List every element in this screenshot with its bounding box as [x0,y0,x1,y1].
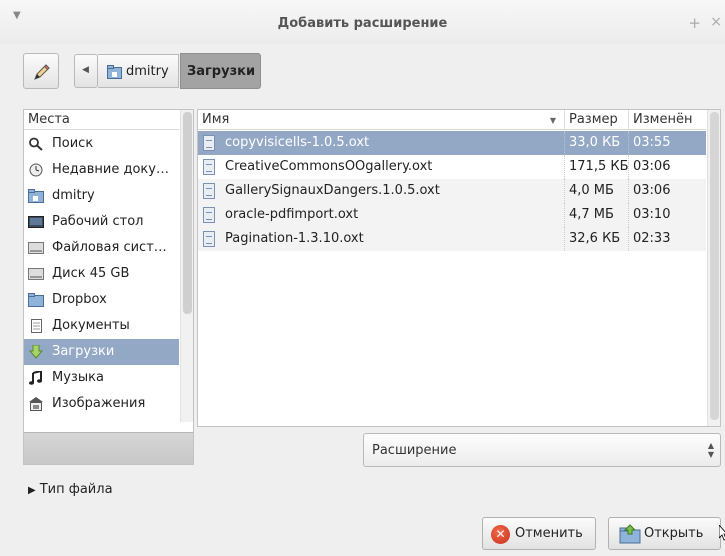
title-bar: ▼ Добавить расширение + × [0,0,725,44]
maximize-button[interactable]: + [688,14,701,32]
sort-desc-icon: ▼ [549,116,556,125]
crumb-label: dmitry [126,64,169,79]
folder-icon [28,293,44,307]
scrollbar-thumb[interactable] [710,112,719,420]
place-disk[interactable]: Диск 45 GB [24,261,179,287]
edit-location-button[interactable] [23,53,59,89]
place-label: Изображения [52,396,146,411]
open-label: Открыть [644,526,704,541]
file-row[interactable]: oracle-pdfimport.oxt 4,7 МБ 03:10 [198,203,706,227]
file-list-scrollbar[interactable] [707,110,720,426]
file-size: 33,0 КБ [564,131,628,155]
file-list-header: Имя ▼ Размер Изменён [198,110,706,130]
search-icon [29,137,43,151]
file-size: 4,7 МБ [564,203,628,227]
place-label: Рабочий стол [52,214,144,229]
crumb-downloads[interactable]: Загрузки [180,53,261,89]
place-label: Dropbox [52,292,107,307]
downloads-icon [28,345,44,359]
file-row[interactable]: GallerySignauxDangers.1.0.5.oxt 4,0 МБ 0… [198,179,706,203]
places-footer [24,432,193,464]
music-icon [29,371,42,385]
column-name[interactable]: Имя ▼ [198,110,564,130]
pictures-icon [29,397,43,411]
crumb-label: Загрузки [187,64,256,79]
desktop-icon [28,216,44,228]
file-icon [203,207,215,223]
cancel-icon: ✕ [491,525,510,544]
file-name: GallerySignauxDangers.1.0.5.oxt [225,183,440,198]
close-button[interactable]: × [710,14,722,30]
crumb-dmitry[interactable]: dmitry [98,54,179,88]
cancel-button[interactable]: ✕ Отменить [482,517,596,550]
places-scrollbar[interactable] [180,110,193,422]
home-folder-icon [107,65,122,79]
file-filter-value: Расширение [372,443,457,458]
place-dropbox[interactable]: Dropbox [24,287,179,313]
place-search[interactable]: Поиск [24,131,179,157]
file-modified: 03:55 [628,131,706,155]
file-name: CreativeCommonsOOgallery.oxt [225,159,433,174]
place-label: Музыка [52,370,104,385]
place-label: Поиск [52,136,94,151]
file-size: 4,0 МБ [564,179,628,203]
place-music[interactable]: Музыка [24,365,179,391]
file-icon [203,135,215,151]
file-type-expander[interactable]: ▶ Тип файла [28,482,113,497]
file-name: copyvisicells-1.0.5.oxt [225,135,370,150]
file-type-label: Тип файла [39,482,113,497]
place-label: Документы [52,318,130,333]
cancel-label: Отменить [515,526,583,541]
file-size: 32,6 КБ [564,227,628,251]
documents-icon [31,319,42,333]
home-folder-icon [28,189,44,203]
file-size: 171,5 КБ [564,155,629,179]
updown-arrows-icon: ▲ ▼ [707,441,714,459]
place-pictures[interactable]: Изображения [24,391,179,417]
place-home[interactable]: dmitry [24,183,179,209]
column-size[interactable]: Размер [564,110,628,130]
column-modified[interactable]: Изменён [628,110,706,130]
places-sidebar: Места Поиск Недавние доку… dmitry Рабочи… [23,109,194,465]
file-name: oracle-pdfimport.oxt [225,207,359,222]
file-list: Имя ▼ Размер Изменён copyvisicells-1.0.5.… [197,109,721,427]
file-filter-select[interactable]: Расширение ▲ ▼ [363,433,721,467]
window-title: Добавить расширение [277,16,448,31]
file-name: Pagination-1.3.10.oxt [225,231,364,246]
file-icon [203,231,215,247]
open-button[interactable]: Открыть [608,517,721,550]
place-label: Файловая сист… [52,240,167,255]
place-label: Загрузки [52,344,115,359]
recent-icon [29,163,43,177]
file-modified: 03:06 [628,179,706,203]
file-modified: 03:10 [628,203,706,227]
place-recent[interactable]: Недавние доку… [24,157,179,183]
file-row[interactable]: Pagination-1.3.10.oxt 32,6 КБ 02:33 [198,227,706,251]
file-row[interactable]: CreativeCommonsOOgallery.oxt 171,5 КБ 03… [198,155,706,179]
path-back-button[interactable]: ◀ [74,54,98,88]
place-downloads[interactable]: Загрузки [24,339,179,365]
place-desktop[interactable]: Рабочий стол [24,209,179,235]
file-modified: 02:33 [628,227,706,251]
place-label: Диск 45 GB [52,266,130,281]
expander-triangle-icon: ▶ [28,485,36,496]
place-label: Недавние доку… [52,162,169,177]
filesystem-icon [28,242,44,254]
open-folder-icon [619,524,641,544]
places-header: Места [24,110,179,130]
file-icon [203,183,215,199]
arrow-left-icon: ◀ [82,65,89,75]
scrollbar-thumb[interactable] [183,112,192,314]
file-modified: 03:06 [628,155,706,179]
place-filesystem[interactable]: Файловая сист… [24,235,179,261]
file-row[interactable]: copyvisicells-1.0.5.oxt 33,0 КБ 03:55 [198,131,706,155]
disk-icon [28,268,44,280]
place-documents[interactable]: Документы [24,313,179,339]
pencil-icon [34,64,50,80]
mouse-cursor-icon [719,525,725,541]
place-label: dmitry [52,188,95,203]
file-icon [203,159,215,175]
